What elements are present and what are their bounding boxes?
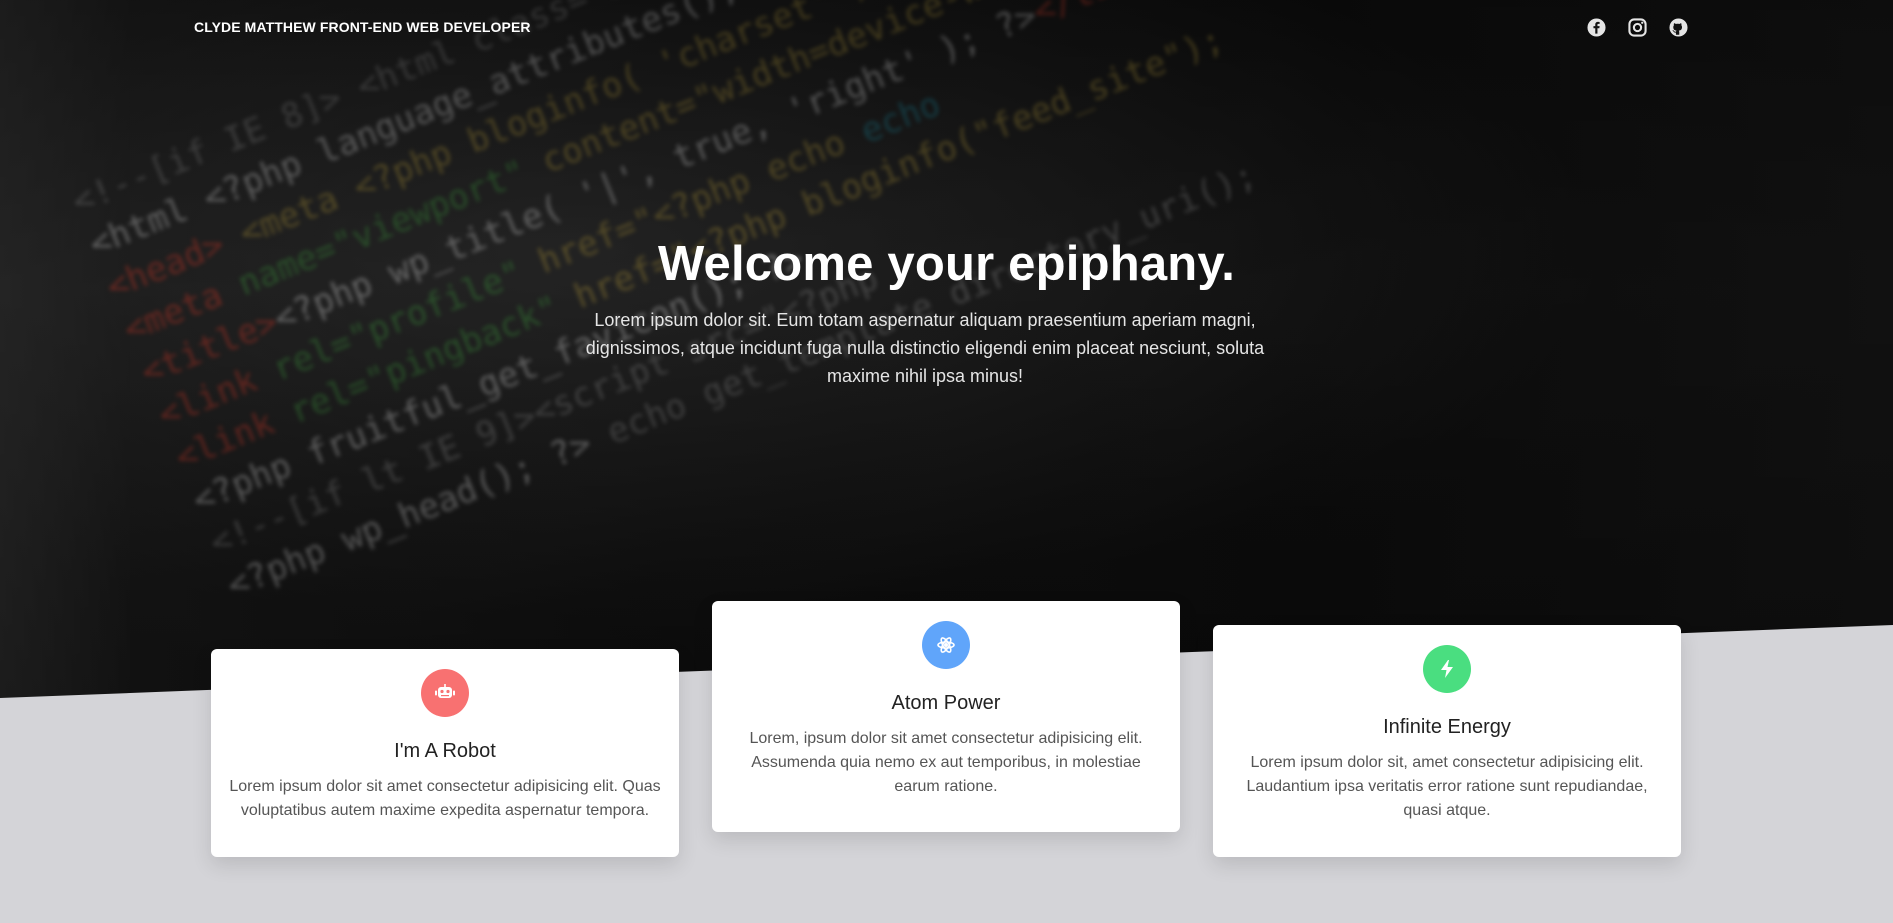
card-title: Atom Power [891,692,1001,714]
card-text: Lorem ipsum dolor sit amet consectetur a… [229,778,661,819]
hero-subtitle: Lorem ipsum dolor sit. Eum totam asperna… [585,310,1265,386]
instagram-icon[interactable] [1628,18,1647,37]
bolt-icon [1423,645,1471,693]
card-title: I'm A Robot [394,740,496,762]
card-text: Lorem ipsum dolor sit, amet consectetur … [1246,754,1648,819]
facebook-icon[interactable] [1587,18,1606,37]
social-links [1587,18,1688,37]
feature-card-atom: Atom Power Lorem, ipsum dolor sit amet c… [712,601,1180,832]
robot-icon [421,669,469,717]
feature-card-energy: Infinite Energy Lorem ipsum dolor sit, a… [1213,625,1681,857]
atom-icon [922,621,970,669]
card-text: Lorem, ipsum dolor sit amet consectetur … [749,730,1143,795]
github-icon[interactable] [1669,18,1688,37]
hero-title: Welcome your epiphany. [657,237,1236,291]
page: <!--[if IE 8]> <html class="ie ie8" <?ph… [0,0,1893,923]
feature-card-robot: I'm A Robot Lorem ipsum dolor sit amet c… [211,649,679,857]
card-title: Infinite Energy [1383,716,1511,738]
site-brand[interactable]: CLYDE MATTHEW FRONT-END WEB DEVELOPER [194,19,531,35]
